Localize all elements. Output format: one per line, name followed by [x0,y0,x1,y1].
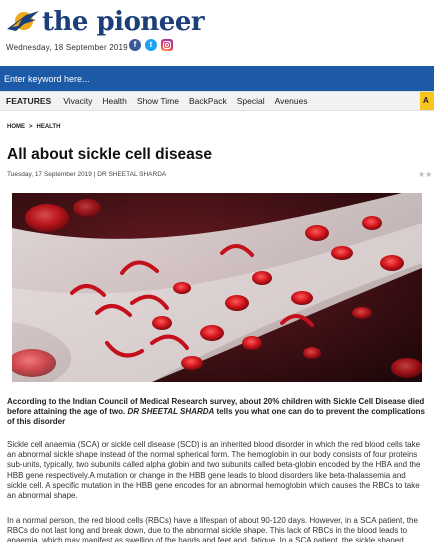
nav-item-avenues[interactable]: Avenues [275,92,308,110]
article-date: Tuesday, 17 September 2019 [7,171,92,178]
article-paragraph: Sickle cell anaemia (SCA) or sickle cell… [7,440,421,501]
article-paragraph: In a normal person, the red blood cells … [7,516,418,542]
breadcrumb: HOME > HEALTH [7,124,60,130]
instagram-icon[interactable] [161,39,173,51]
byline-separator: | [93,171,96,178]
main-nav: FEATURES Vivacity Health Show Time BackP… [0,91,434,111]
search-input[interactable] [4,70,304,87]
article-title: All about sickle cell disease [7,146,213,163]
nav-item-health[interactable]: Health [102,92,127,110]
nav-item-special[interactable]: Special [237,92,265,110]
star-icon: ★ [425,170,433,179]
breadcrumb-separator: > [29,124,33,130]
article-hero-image [12,193,422,382]
pioneer-bird-icon [7,11,39,31]
twitter-icon[interactable]: t [145,39,157,51]
search-bar [0,66,434,91]
current-date: Wednesday, 18 September 2019 [6,43,128,52]
sickle-cells-illustration [12,193,422,382]
article-byline: Tuesday, 17 September 2019 | DR SHEETAL … [7,171,166,178]
nav-item-show-time[interactable]: Show Time [137,92,179,110]
nav-item-backpack[interactable]: BackPack [189,92,227,110]
masthead: the pioneer Wednesday, 18 September 2019… [0,0,434,66]
nav-item-features[interactable]: FEATURES [6,92,51,110]
lead-author: DR SHEETAL SHARDA [127,407,215,417]
facebook-icon[interactable]: f [129,39,141,51]
article-lead: According to the Indian Council of Medic… [7,397,427,428]
nav-item-vivacity[interactable]: Vivacity [63,92,92,110]
breadcrumb-health[interactable]: HEALTH [37,124,61,130]
instagram-glyph [162,40,172,50]
site-logo[interactable]: the pioneer [6,7,205,37]
nav-more-button[interactable]: A [420,92,434,110]
article-author[interactable]: DR SHEETAL SHARDA [97,171,166,178]
logo-text: the pioneer [42,7,205,37]
breadcrumb-home[interactable]: HOME [7,124,25,130]
rating-stars[interactable]: ★★ [418,170,432,179]
social-links: f t [129,39,173,51]
